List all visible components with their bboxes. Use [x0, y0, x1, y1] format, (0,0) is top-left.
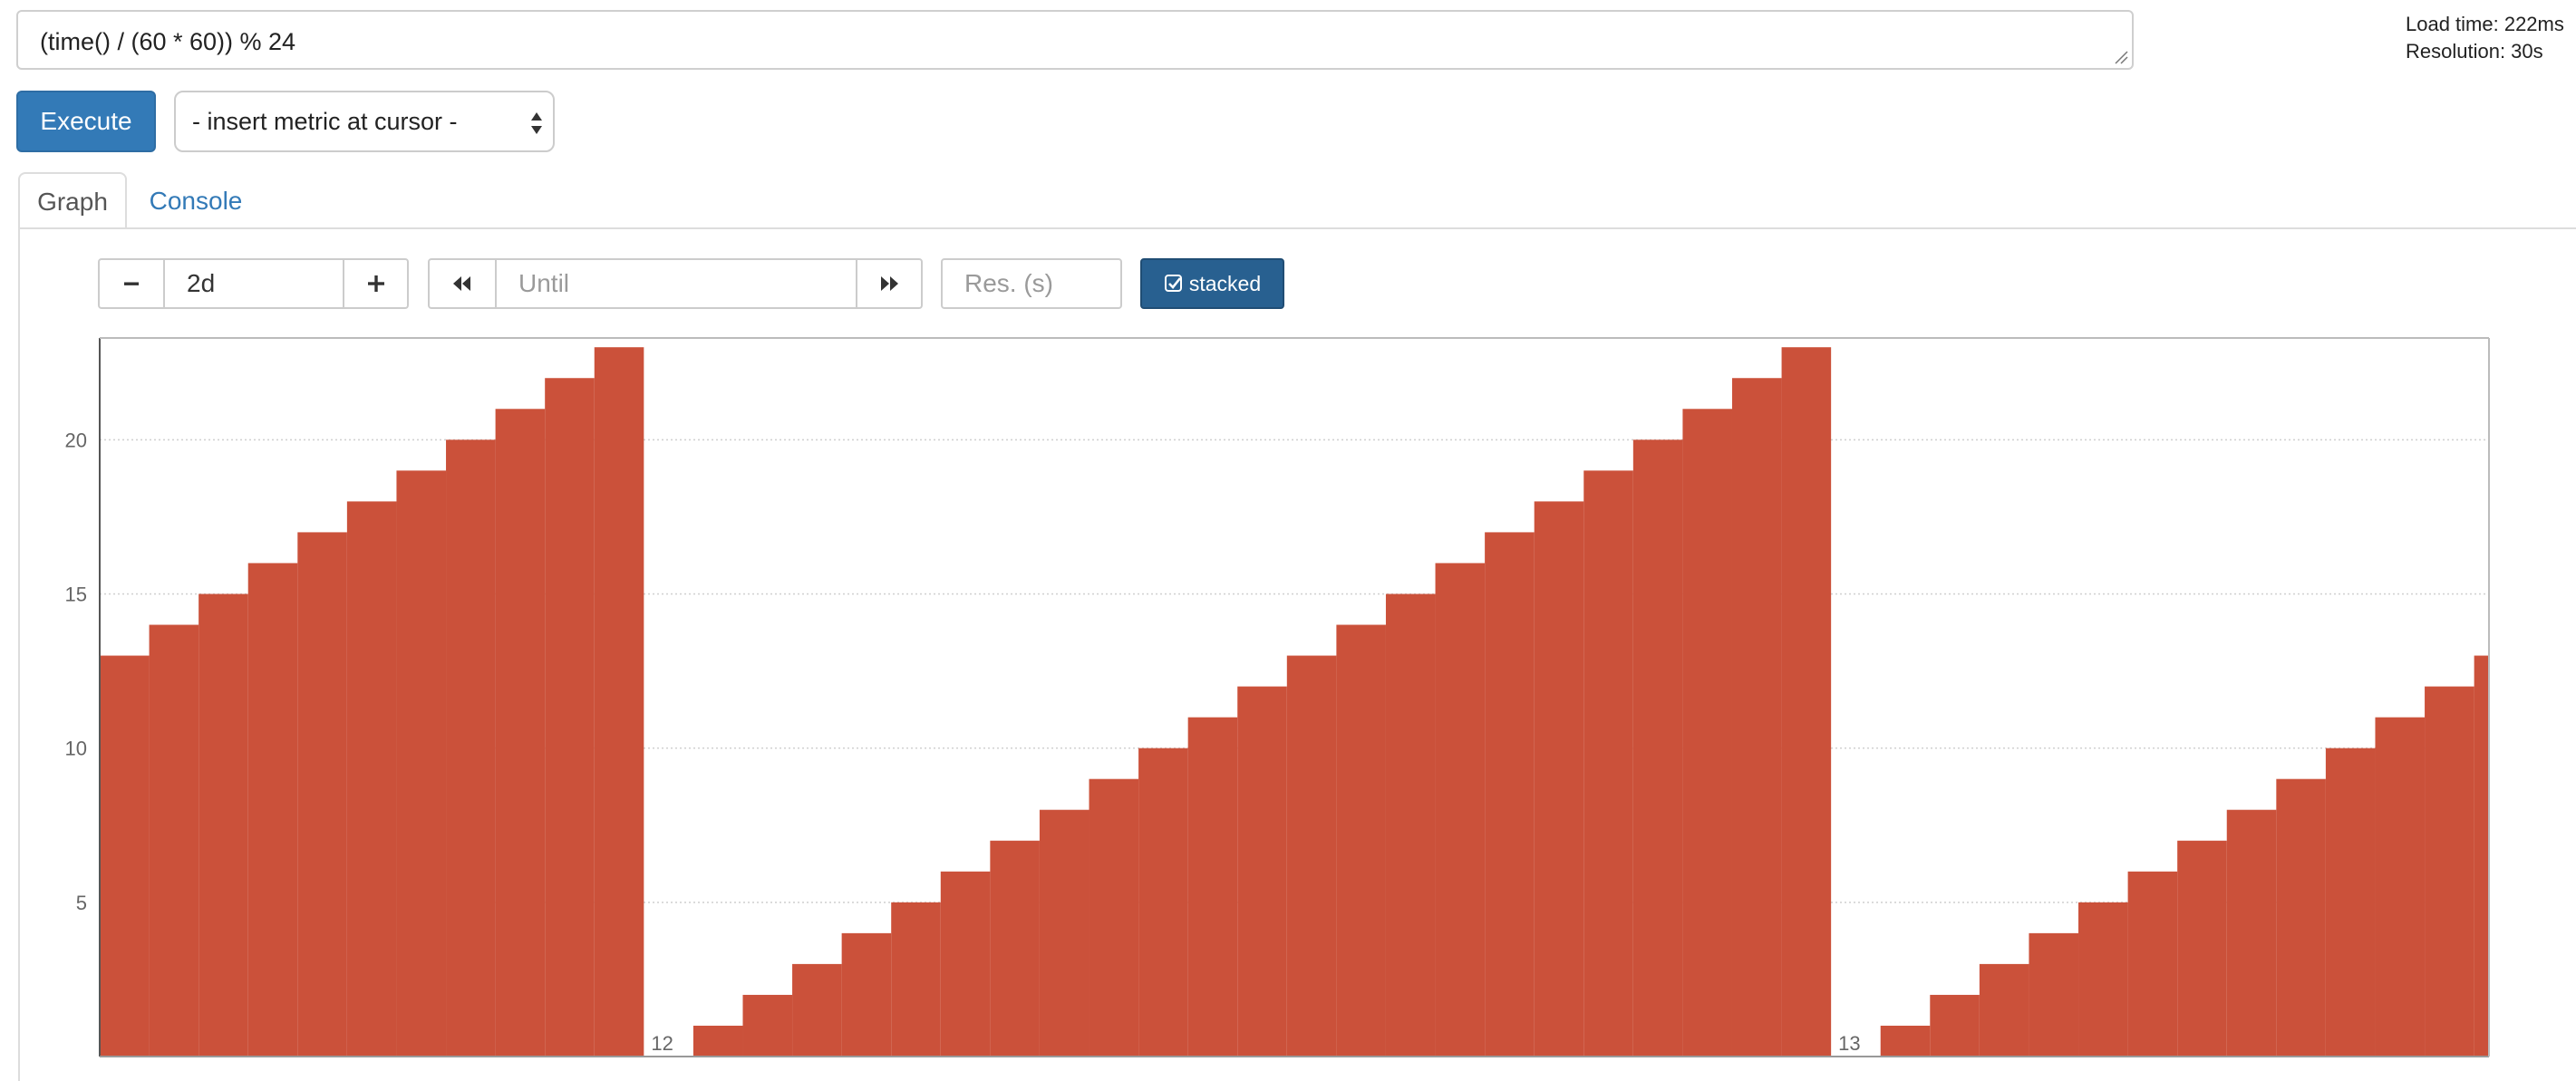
- step-bar: [396, 470, 447, 1057]
- step-bar: [2375, 717, 2426, 1057]
- step-bar: [2325, 748, 2376, 1057]
- step-bar: [1138, 748, 1188, 1057]
- step-bar: [1385, 594, 1436, 1057]
- step-bar: [2425, 686, 2474, 1057]
- step-bar: [2226, 809, 2277, 1057]
- step-bar: [792, 963, 842, 1057]
- step-bar: [1286, 655, 1337, 1057]
- step-bar: [297, 532, 347, 1057]
- step-bar: [2078, 902, 2128, 1057]
- step-bar: [1632, 439, 1683, 1057]
- step-bar: [1731, 378, 1782, 1057]
- step-bar: [940, 871, 991, 1057]
- step-bar: [742, 994, 793, 1057]
- step-bar: [990, 840, 1040, 1057]
- step-bar: [1583, 470, 1633, 1057]
- step-bar: [841, 932, 892, 1057]
- step-bar: [199, 594, 248, 1057]
- step-bar: [1039, 809, 1089, 1057]
- step-bar: [1682, 409, 1732, 1057]
- step-bar: [2276, 778, 2326, 1057]
- step-bar: [247, 563, 298, 1057]
- step-bar: [1237, 686, 1287, 1057]
- step-bar: [2177, 840, 2227, 1057]
- step-bar: [2127, 871, 2178, 1057]
- y-tick-label: 15: [65, 583, 87, 605]
- step-bar: [692, 1025, 743, 1057]
- x-tick-label: 13: [1838, 1032, 1860, 1055]
- step-bar: [1089, 778, 1139, 1057]
- step-bar: [1979, 963, 2029, 1057]
- step-bar: [346, 501, 397, 1057]
- step-bar: [1930, 994, 1980, 1057]
- step-bar: [1880, 1025, 1931, 1057]
- step-bar: [1485, 532, 1535, 1057]
- step-bar: [2029, 932, 2079, 1057]
- step-bar: [594, 347, 644, 1057]
- step-bar: [1336, 624, 1386, 1057]
- y-tick-label: 10: [65, 738, 87, 760]
- step-bar: [2474, 655, 2489, 1057]
- step-bar: [446, 439, 496, 1057]
- step-bar: [545, 378, 595, 1057]
- graph-chart: 5 10 15 20 12 13: [65, 337, 2490, 1057]
- step-bar: [1187, 717, 1238, 1057]
- step-bar: [495, 409, 546, 1057]
- step-bar: [149, 624, 199, 1057]
- y-tick-label: 20: [65, 429, 87, 451]
- x-tick-label: 12: [651, 1032, 673, 1055]
- y-tick-label: 5: [76, 892, 87, 914]
- step-bar: [1781, 347, 1832, 1057]
- step-bar: [100, 655, 150, 1057]
- step-bar: [1534, 501, 1584, 1057]
- step-bar: [1435, 563, 1486, 1057]
- step-bar: [891, 902, 941, 1057]
